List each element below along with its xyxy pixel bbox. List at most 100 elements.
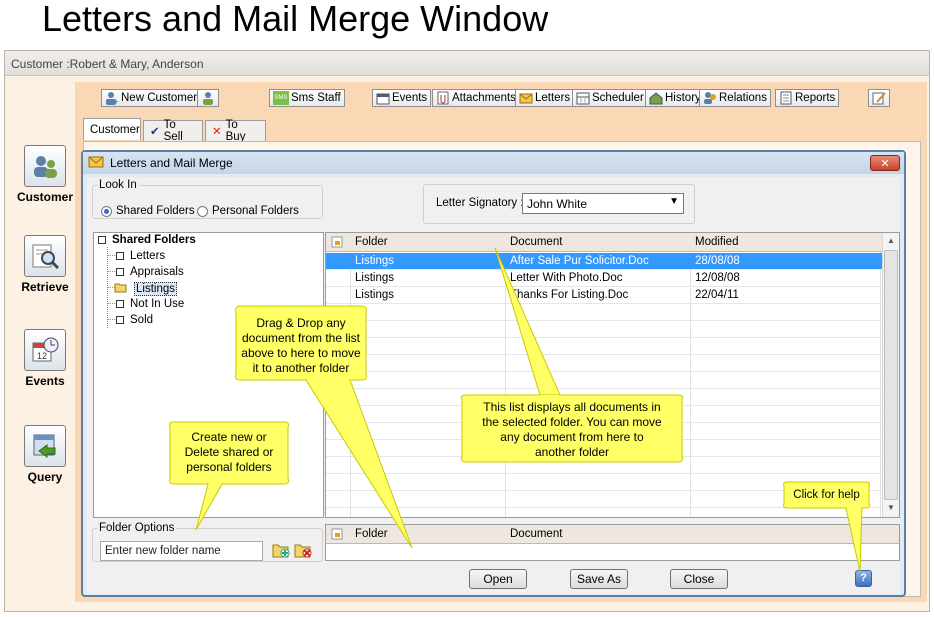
scroll-thumb[interactable] <box>884 250 898 500</box>
dialog-body: Look In Shared Folders Personal Folders … <box>87 177 900 594</box>
drop-target-grid[interactable]: Folder Document <box>325 524 900 561</box>
scheduler-button[interactable]: Scheduler <box>572 89 648 107</box>
report-icon <box>779 91 793 105</box>
folder-node-icon <box>116 252 124 260</box>
new-customer-button[interactable]: + New Customer <box>101 89 202 107</box>
table-row[interactable]: Listings After Sale Pur Solicitor.Doc 28… <box>326 253 882 270</box>
dialog-title: Letters and Mail Merge <box>110 156 233 170</box>
tab-to-buy[interactable]: ✕ To Buy <box>205 119 266 143</box>
svg-text:12: 12 <box>37 351 47 361</box>
dropdown-arrow-icon: ▼ <box>669 196 679 207</box>
empty-row <box>326 304 882 321</box>
folder-options-group: Folder Options Enter new folder name <box>92 522 323 562</box>
tab-label: To Buy <box>225 119 246 143</box>
close-button[interactable]: ✕ <box>870 155 900 171</box>
events-icon <box>376 91 390 105</box>
tree-item-not-in-use[interactable]: Not In Use <box>116 298 184 310</box>
delete-folder-button[interactable] <box>293 541 313 561</box>
scheduler-icon <box>576 91 590 105</box>
save-as-button[interactable]: Save As <box>570 569 628 589</box>
tree-item-appraisals[interactable]: Appraisals <box>116 266 184 278</box>
sidebar-item-query[interactable]: Query <box>9 425 81 484</box>
tree-item-label: Not In Use <box>130 298 185 310</box>
tree-root-shared-folders[interactable]: Shared Folders <box>98 234 196 246</box>
edit-notes-button[interactable] <box>868 89 890 107</box>
create-folder-callout-text: Create new or Delete shared or personal … <box>184 430 274 474</box>
page-title: Letters and Mail Merge Window <box>42 0 549 39</box>
table-row[interactable]: Listings Letter With Photo.Doc 12/08/08 <box>326 270 882 287</box>
column-header-folder[interactable]: Folder <box>355 528 388 540</box>
new-folder-input[interactable]: Enter new folder name <box>100 541 263 561</box>
letters-label: Letters <box>535 92 571 104</box>
reports-label: Reports <box>795 92 836 104</box>
mail-merge-dialog: Letters and Mail Merge ✕ Look In Shared … <box>81 150 906 597</box>
add-folder-button[interactable] <box>271 541 291 561</box>
magnifier-icon <box>24 235 66 277</box>
personal-folders-radio[interactable]: Personal Folders <box>197 205 299 217</box>
radio-selected <box>101 205 112 217</box>
events-label: Events <box>392 92 428 104</box>
tab-customer[interactable]: Customer <box>83 118 141 140</box>
window-title: Customer :Robert & Mary, Anderson <box>5 51 929 76</box>
x-icon: ✕ <box>212 126 222 138</box>
tab-label: Customer <box>90 123 140 136</box>
folder-node-icon <box>116 316 124 324</box>
cell-document: Thanks For Listing.Doc <box>510 289 629 301</box>
house-icon <box>649 91 663 105</box>
history-button[interactable]: History <box>645 89 705 107</box>
tree-item-letters[interactable]: Letters <box>116 250 165 262</box>
tree-root-label: Shared Folders <box>112 234 196 246</box>
signatory-label: Letter Signatory : <box>436 197 524 209</box>
folder-node-icon <box>98 236 106 244</box>
paperclip-icon <box>436 91 450 105</box>
open-folder-icon <box>114 282 128 296</box>
tree-item-label: Appraisals <box>130 266 184 278</box>
sms-staff-button[interactable]: SMS Sms Staff <box>269 89 345 107</box>
person-icon <box>201 91 215 105</box>
cell-document: After Sale Pur Solicitor.Doc <box>510 255 649 267</box>
customer-icon <box>24 145 66 187</box>
relations-button[interactable]: Relations <box>699 89 771 107</box>
cell-modified: 12/08/08 <box>695 272 740 284</box>
scroll-down-icon[interactable]: ▼ <box>883 500 899 516</box>
empty-row <box>326 372 882 389</box>
customer-lookup-button[interactable] <box>197 89 219 107</box>
letters-button[interactable]: Letters <box>515 89 575 107</box>
tree-item-listings[interactable]: Listings <box>114 282 177 296</box>
reports-button[interactable]: Reports <box>775 89 840 107</box>
side-panel: Customer Retrieve 12 Events Query <box>9 79 75 609</box>
attachments-button[interactable]: Attachments <box>432 89 520 107</box>
radio-unselected <box>197 205 208 217</box>
help-button[interactable]: ? <box>855 570 872 587</box>
scroll-up-icon[interactable]: ▲ <box>883 233 899 249</box>
open-button[interactable]: Open <box>469 569 527 589</box>
close-dialog-button[interactable]: Close <box>670 569 728 589</box>
sidebar-item-customer[interactable]: Customer <box>9 145 81 204</box>
folder-node-icon <box>116 268 124 276</box>
new-customer-label: New Customer <box>121 92 198 104</box>
signatory-select[interactable]: John White ▼ <box>522 193 684 214</box>
table-row[interactable]: Listings Thanks For Listing.Doc 22/04/11 <box>326 287 882 304</box>
events-button[interactable]: Events <box>372 89 432 107</box>
column-header-folder[interactable]: Folder <box>355 236 388 248</box>
sidebar-item-retrieve[interactable]: Retrieve <box>9 235 81 294</box>
calendar-clock-icon: 12 <box>24 329 66 371</box>
empty-row <box>326 321 882 338</box>
vertical-scrollbar[interactable]: ▲ ▼ <box>882 233 899 517</box>
shared-folders-radio[interactable]: Shared Folders <box>101 205 195 217</box>
database-icon <box>24 425 66 467</box>
tab-to-sell[interactable]: ✔ To Sell <box>143 119 203 143</box>
document-grid: Folder Document Modified Listings After … <box>325 232 900 518</box>
column-header-document[interactable]: Document <box>510 528 562 540</box>
signatory-group: Letter Signatory : John White ▼ <box>423 184 695 224</box>
sms-icon: SMS <box>273 91 289 105</box>
scheduler-label: Scheduler <box>592 92 644 104</box>
check-icon: ✔ <box>150 126 160 138</box>
column-header-document[interactable]: Document <box>510 236 562 248</box>
tab-label: To Sell <box>163 119 183 143</box>
column-header-modified[interactable]: Modified <box>695 236 738 248</box>
sidebar-item-events[interactable]: 12 Events <box>9 329 81 388</box>
help-icon: ? <box>860 572 867 584</box>
new-folder-placeholder: Enter new folder name <box>105 545 221 557</box>
tree-item-sold[interactable]: Sold <box>116 314 153 326</box>
